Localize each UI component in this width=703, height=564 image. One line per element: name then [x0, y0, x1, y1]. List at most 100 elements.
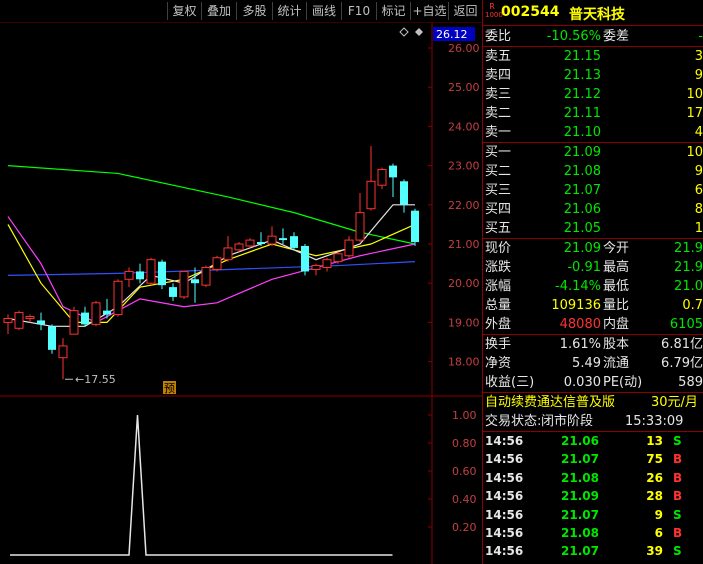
buy-level-volume: 8: [694, 202, 703, 217]
fundamental-label: 换手: [485, 337, 512, 352]
stat-label: 现价: [485, 241, 512, 256]
tick-side: B: [673, 452, 683, 467]
tick-volume: 26: [646, 470, 663, 485]
tick-row: 14:56 21.07 75 B: [483, 450, 703, 468]
badge-top: R: [489, 2, 495, 11]
promo-row[interactable]: 自动续费通达信普及版 30元/月: [483, 393, 703, 412]
buy-level-volume: 1: [694, 221, 703, 236]
buy-level-row: 买四 21.06 8: [483, 200, 703, 219]
tick-side: S: [673, 507, 682, 522]
candle-body-up: [14, 312, 24, 329]
diamond-icon[interactable]: [399, 27, 409, 37]
toolbar-button-8[interactable]: 返回: [448, 2, 482, 20]
candle-body-down: [136, 271, 144, 280]
stat-label: 总量: [485, 298, 512, 313]
candle-body-down: [48, 326, 56, 350]
buy-level-label: 买五: [485, 221, 512, 236]
tick-row: 14:56 21.07 39 S: [483, 542, 703, 560]
stock-code: 002544: [501, 4, 560, 20]
tick-time: 14:56: [485, 452, 524, 467]
weibi-label: 委比: [485, 29, 512, 44]
tick-time: 14:56: [485, 507, 524, 522]
tick-volume: 6: [654, 526, 663, 540]
candle-body-up: [124, 270, 134, 280]
stat-value: 48080: [559, 317, 601, 332]
fundamental-label: 股本: [603, 337, 630, 352]
divider: [483, 25, 703, 26]
candle-body-up: [3, 317, 13, 323]
buy-level-volume: 9: [694, 164, 703, 179]
tick-row: 14:56 21.08 26 B: [483, 469, 703, 487]
toolbar-button-3[interactable]: 统计: [272, 2, 306, 20]
sell-level-row: 卖一 21.10 4: [483, 123, 703, 142]
stock-badge: R 1000: [485, 2, 503, 21]
trade-status-label: 交易状态:: [485, 414, 541, 429]
candle-body-down: [389, 165, 397, 178]
sub-axis-label: 0.80: [452, 437, 477, 450]
sell-level-price: 21.11: [563, 106, 601, 121]
trade-status-row: 交易状态: 闭市阶段 15:33:09: [483, 412, 703, 431]
toolbar-button-4[interactable]: 画线: [306, 2, 341, 20]
stat-label: 最低: [603, 279, 630, 294]
stat-value: 109136: [551, 298, 601, 313]
candle-body-up: [311, 265, 321, 270]
price-axis-label: 24.00: [448, 120, 480, 133]
diamond-filled-icon[interactable]: [415, 28, 423, 36]
sell-level-price: 21.13: [563, 68, 601, 83]
fundamental-label: 收益(三): [485, 375, 535, 390]
stat-row: 外盘 48080 内盘 6105: [483, 315, 703, 334]
toolbar-button-0[interactable]: 复权: [167, 2, 201, 20]
toolbar-button-5[interactable]: F10: [341, 2, 376, 20]
weibi-row: 委比 -10.56% 委差 -: [483, 27, 703, 46]
tick-price: 21.08: [561, 470, 599, 485]
stat-row: 现价 21.09 今开 21.9: [483, 239, 703, 258]
toolbar-button-1[interactable]: 叠加: [201, 2, 236, 20]
sell-level-row: 卖三 21.12 10: [483, 85, 703, 104]
tick-row: 14:56 21.09 28 B: [483, 487, 703, 505]
sell-level-price: 21.12: [563, 87, 601, 102]
tick-time: 14:56: [485, 526, 524, 540]
candle-body-down: [81, 312, 89, 325]
tick-side: S: [673, 434, 682, 448]
price-chart-area[interactable]: 26.00 25.00 24.00 23.00 22.00 21.00 20.00 19.00…: [0, 22, 482, 564]
candle-body-down: [158, 261, 166, 286]
buy-level-label: 买三: [485, 183, 512, 198]
candle-body-up: [58, 345, 68, 359]
candle-body-up: [179, 270, 189, 298]
candle-body-up: [366, 180, 376, 210]
event-marker-label[interactable]: 预: [164, 382, 175, 395]
fundamental-value: 6.79亿: [661, 356, 703, 371]
fundamental-label: 净资: [485, 356, 512, 371]
tick-side: B: [673, 470, 683, 485]
buy-level-label: 买一: [485, 145, 512, 160]
tick-volume: 28: [646, 489, 663, 504]
promo-text: 自动续费通达信普及版: [485, 395, 616, 410]
candle-body-down: [290, 236, 298, 248]
buy-level-price: 21.07: [563, 183, 601, 198]
tick-volume: 13: [646, 434, 663, 448]
stat-label: 今开: [603, 241, 630, 256]
sell-level-label: 卖五: [485, 49, 512, 64]
stat-label: 涨幅: [485, 279, 512, 294]
toolbar-button-6[interactable]: 标记: [376, 2, 410, 20]
toolbar-button-2[interactable]: 多股: [236, 2, 272, 20]
sell-level-volume: 10: [686, 87, 703, 102]
toolbar-button-7[interactable]: +自选: [410, 2, 448, 20]
buy-level-row: 买三 21.07 6: [483, 181, 703, 200]
candle-body-down: [191, 279, 199, 284]
candle-body-up: [69, 310, 79, 335]
sub-axis-label: 0.60: [452, 465, 477, 478]
candle-body-down: [257, 242, 265, 244]
price-axis-label: 23.00: [448, 160, 480, 173]
low-marker-label: ←17.55: [75, 373, 116, 386]
stat-label: 量比: [603, 298, 630, 313]
stat-label: 涨跌: [485, 260, 512, 275]
signal-line: [10, 414, 393, 556]
candle-body-up: [25, 316, 35, 319]
candle-body-up: [377, 169, 387, 186]
tick-row: 14:56 21.08 6 B: [483, 524, 703, 542]
tick-price: 21.08: [561, 526, 599, 540]
sell-level-volume: 3: [694, 49, 703, 64]
tick-row: 14:56 21.07 9 S: [483, 506, 703, 524]
buy-level-row: 买一 21.09 10: [483, 143, 703, 162]
